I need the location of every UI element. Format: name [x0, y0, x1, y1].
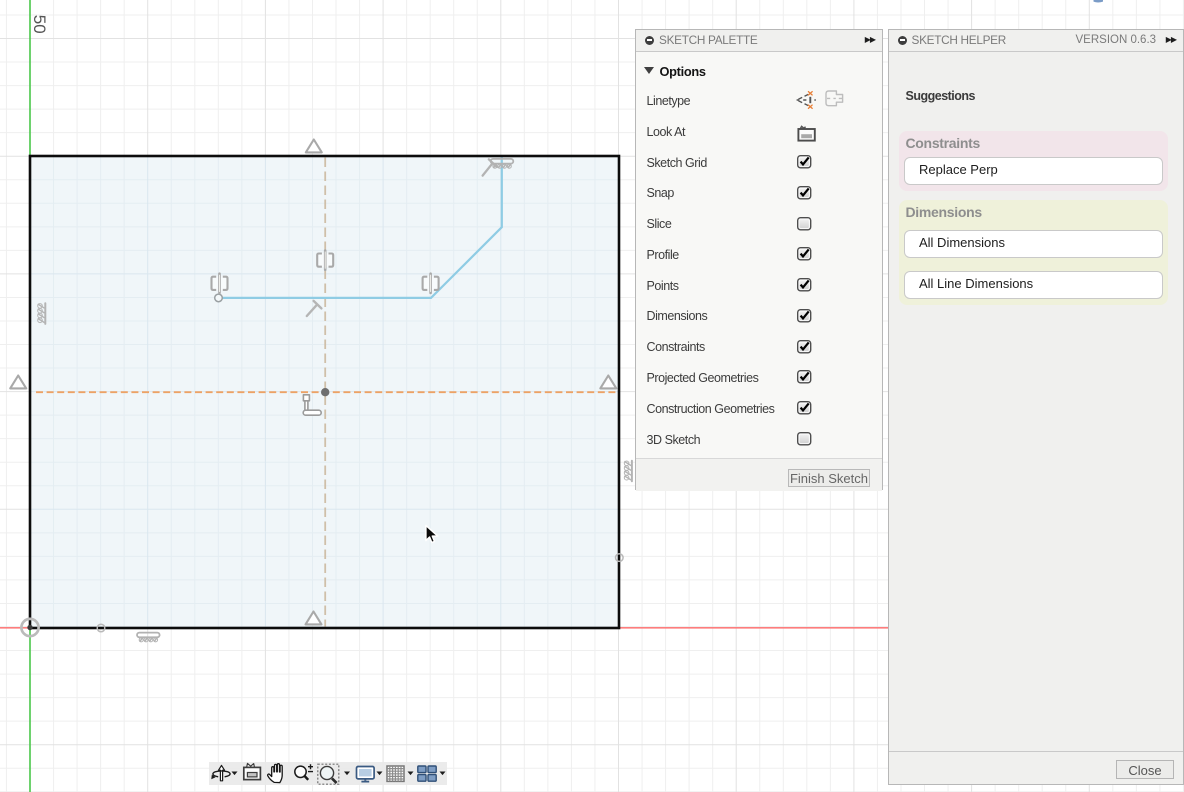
svg-text:50: 50 [30, 15, 49, 34]
